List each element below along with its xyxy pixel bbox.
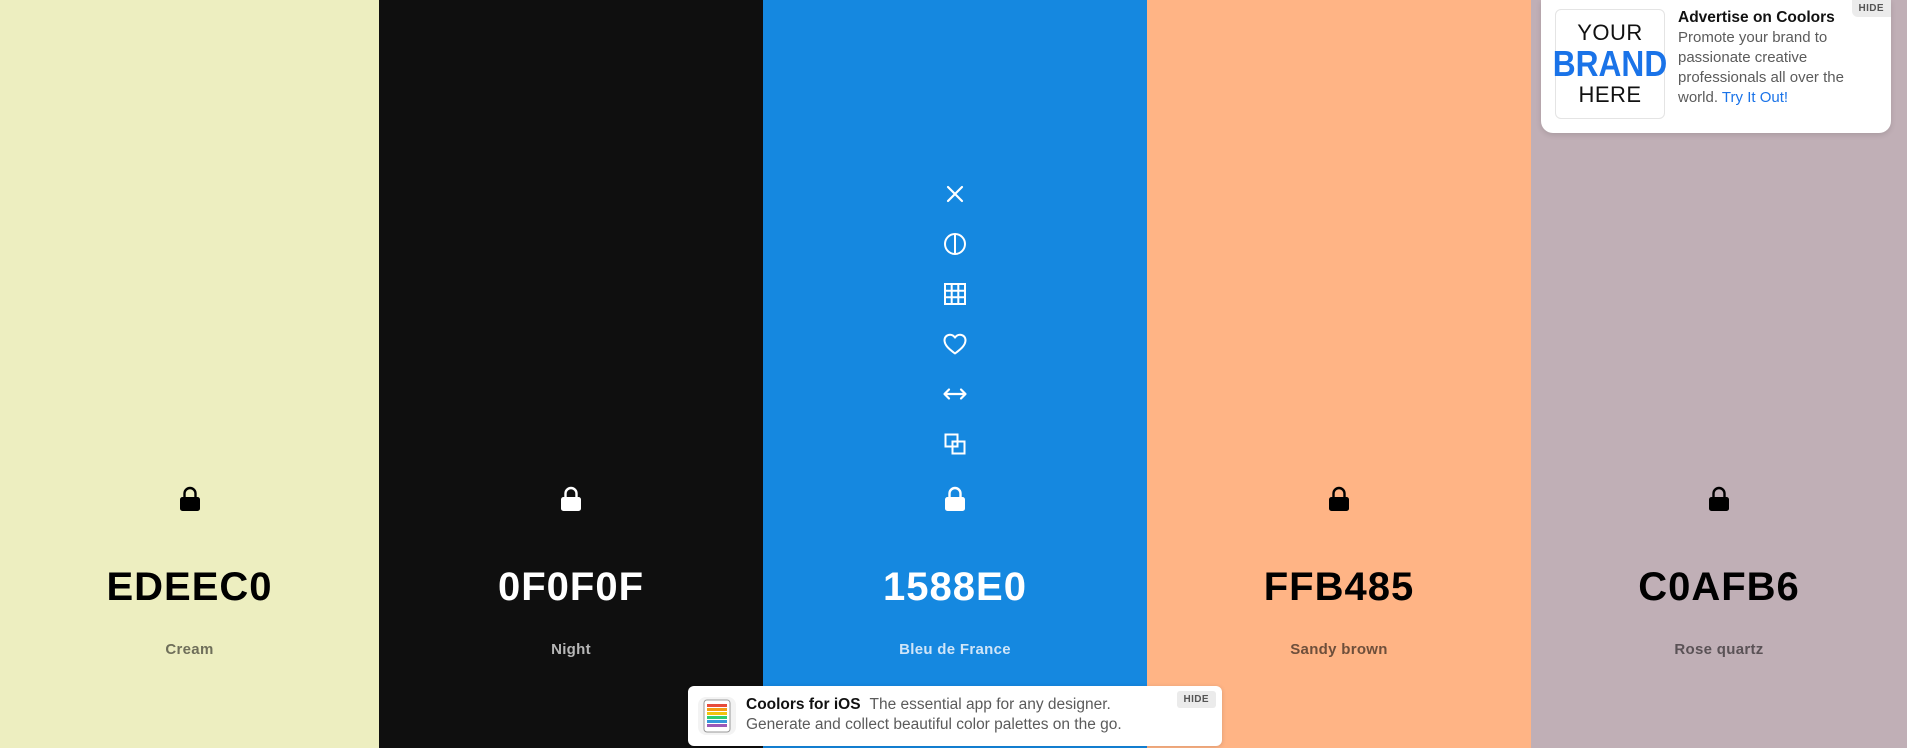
copy-hex-button[interactable] (939, 428, 971, 460)
ios-banner-line: Generate and collect beautiful color pal… (746, 716, 1122, 733)
hex-code[interactable]: EDEEC0 (0, 565, 379, 610)
color-name[interactable]: Bleu de France (763, 641, 1147, 658)
shades-grid-button[interactable] (939, 278, 971, 310)
hex-code[interactable]: 0F0F0F (379, 565, 763, 610)
save-color-button[interactable] (939, 328, 971, 360)
color-name[interactable]: Night (379, 641, 763, 658)
lock-button[interactable] (174, 483, 206, 515)
lock-button[interactable] (555, 483, 587, 515)
ad-logo-line: YOUR (1577, 20, 1643, 45)
ad-logo-line: HERE (1578, 82, 1642, 107)
hex-code[interactable]: FFB485 (1147, 565, 1531, 610)
ad-card[interactable]: YOUR BRAND HERE Advertise on Coolors Pro… (1541, 0, 1891, 133)
app-icon[interactable] (698, 697, 736, 735)
remove-color-button[interactable] (939, 178, 971, 210)
heart-icon (943, 333, 967, 355)
drag-color-handle[interactable] (939, 378, 971, 410)
ad-title[interactable]: Advertise on Coolors (1678, 9, 1835, 27)
ad-brand-logo[interactable]: YOUR BRAND HERE (1552, 9, 1668, 119)
hide-ad-button[interactable]: HIDE (1851, 0, 1891, 17)
lock-icon (1709, 486, 1729, 511)
color-column-bleu-de-france[interactable]: 1588E0 Bleu de France (763, 0, 1147, 748)
lock-icon (945, 486, 965, 511)
contrast-icon (944, 233, 966, 255)
ad-cta-link[interactable]: Try It Out! (1722, 89, 1788, 106)
ad-logo-line: BRAND (1552, 43, 1668, 84)
ios-banner-line: The essential app for any designer. (869, 696, 1111, 713)
color-name[interactable]: Cream (0, 641, 379, 658)
color-column-cream[interactable]: EDEEC0 Cream (0, 0, 379, 748)
lock-icon (179, 486, 200, 511)
lock-button[interactable] (1323, 483, 1355, 515)
hide-banner-button[interactable]: HIDE (1176, 691, 1216, 708)
ios-app-banner[interactable]: Coolors for iOS The essential app for any… (688, 686, 1222, 746)
copy-icon (944, 433, 966, 455)
drag-arrows-icon (943, 388, 967, 400)
color-column-sandy-brown[interactable]: FFB485 Sandy brown (1147, 0, 1531, 748)
lock-button[interactable] (939, 483, 971, 515)
close-icon (946, 185, 964, 203)
ios-banner-text: Coolors for iOS The essential app for any… (746, 695, 1122, 735)
lock-icon (561, 486, 581, 511)
lock-button[interactable] (1703, 483, 1735, 515)
color-name[interactable]: Rose quartz (1531, 641, 1907, 658)
ad-body: Promote your brand to passionate creativ… (1678, 28, 1878, 108)
hex-code[interactable]: C0AFB6 (1531, 565, 1907, 610)
shades-grid-icon (944, 283, 966, 305)
lock-icon (1329, 486, 1349, 511)
ios-banner-title[interactable]: Coolors for iOS (746, 696, 861, 713)
view-shades-button[interactable] (939, 228, 971, 260)
color-column-night[interactable]: 0F0F0F Night (379, 0, 763, 748)
hex-code[interactable]: 1588E0 (763, 565, 1147, 610)
color-tools (939, 178, 971, 478)
color-name[interactable]: Sandy brown (1147, 641, 1531, 658)
